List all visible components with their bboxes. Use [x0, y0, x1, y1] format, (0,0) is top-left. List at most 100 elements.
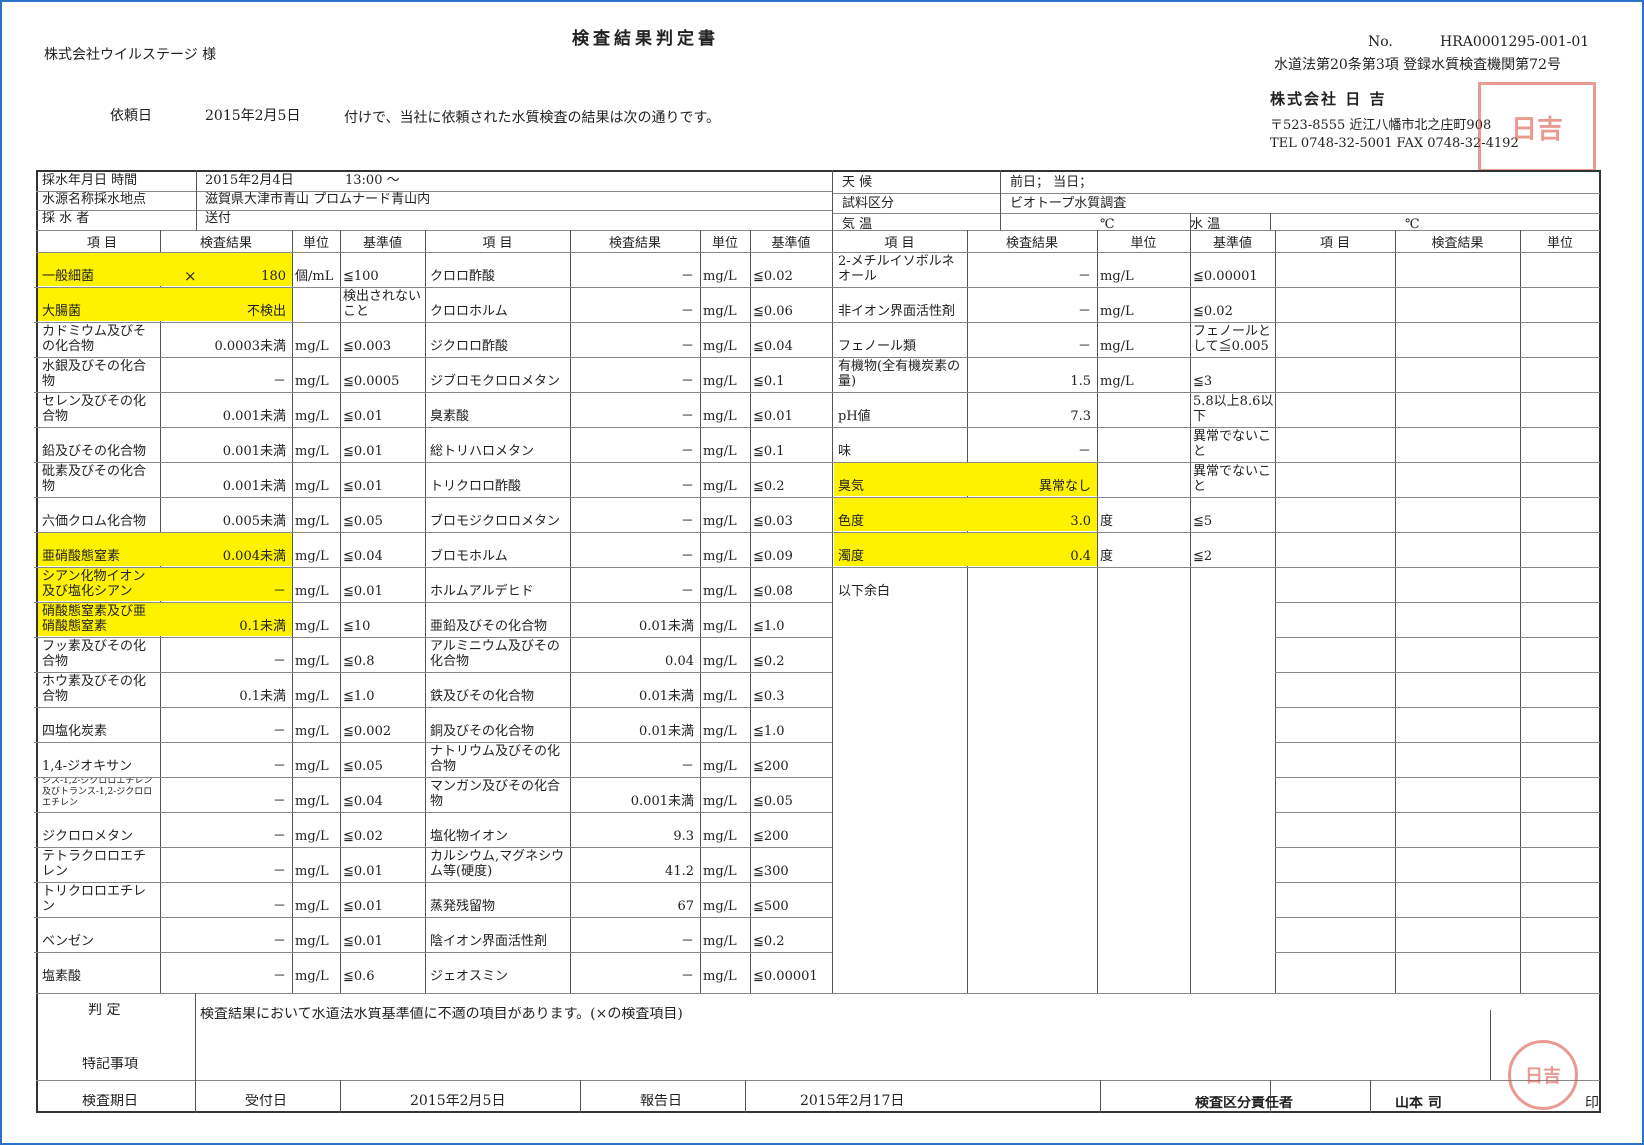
request-label: 依頼日 — [110, 108, 152, 124]
col1-item-name: テトラクロロエチレン — [42, 849, 147, 879]
col1-item-name: 1,4-ジオキサン — [42, 759, 133, 774]
col2-item-name: カルシウム,マグネシウム等(硬度) — [430, 849, 565, 879]
grid-vline — [745, 1080, 746, 1113]
col3-item-unit: mg/L — [1100, 269, 1134, 284]
col2-item-name: ジクロロ酢酸 — [430, 339, 509, 354]
col2-item-unit: mg/L — [703, 969, 737, 984]
col1-item-name: 大腸菌 — [42, 304, 82, 319]
col2-item-standard: ≦0.2 — [753, 479, 785, 494]
col2-item-result: 67 — [677, 899, 694, 914]
col1-item-unit: mg/L — [295, 339, 329, 354]
request-date: 2015年2月5日 — [205, 108, 301, 124]
col2-item-result: 9.3 — [673, 829, 694, 844]
col2-item-standard: ≦0.05 — [753, 794, 793, 809]
col2-item-unit: mg/L — [703, 409, 737, 424]
col1-item-unit: mg/L — [295, 409, 329, 424]
col2-item-unit: mg/L — [703, 514, 737, 529]
col2-item-name: ナトリウム及びその化合物 — [430, 744, 561, 774]
col1-item-name: ジクロロメタン — [42, 829, 134, 844]
col1-item-standard: 検出されないこと — [343, 289, 422, 319]
col2-item-name: トリクロロ酢酸 — [430, 479, 522, 494]
column-header-item: 項 目 — [482, 236, 513, 251]
col1-item-unit: mg/L — [295, 479, 329, 494]
personal-seal-stamp: 日吉 — [1508, 1040, 1578, 1110]
col1-item-unit: mg/L — [295, 724, 329, 739]
col2-item-unit: mg/L — [703, 724, 737, 739]
column-header-result: 検査結果 — [608, 236, 661, 251]
grid-hline — [36, 191, 832, 192]
col1-item-result: － — [272, 899, 286, 914]
col3-item-standard — [1193, 568, 1274, 599]
row-divider — [1275, 357, 1600, 358]
col1-item-unit: mg/L — [295, 374, 329, 389]
column-header-item: 項 目 — [1319, 236, 1351, 251]
col1-item-result: － — [272, 724, 286, 739]
col3-item-name: 非イオン界面活性剤 — [838, 304, 956, 319]
col1-item-name: 六価クロム化合物 — [42, 514, 147, 529]
sampling-date-label: 採水年月日 時間 — [42, 173, 138, 188]
column-header-unit: 単位 — [302, 236, 329, 251]
footer-divider — [36, 993, 1600, 994]
col1-item-unit: mg/L — [295, 549, 329, 564]
col3-item-result: 7.3 — [1070, 409, 1091, 424]
col2-item-name: クロロホルム — [430, 304, 508, 319]
row-divider — [1275, 497, 1600, 498]
notes-label: 特記事項 — [82, 1057, 138, 1072]
sampling-place: 滋賀県大津市青山 プロムナード青山内 — [205, 192, 431, 207]
col1-item-result: 0.005未満 — [222, 514, 286, 529]
col2-item-result: － — [680, 444, 694, 459]
col2-item-result: － — [680, 934, 694, 949]
company-seal-stamp: 日吉 — [1478, 82, 1596, 172]
registration-text: 水道法第20条第3項 登録水質検査機関第72号 — [1274, 57, 1561, 73]
col1-item-name: カドミウム及びその化合物 — [42, 324, 147, 354]
col2-item-result: 41.2 — [665, 864, 694, 879]
col2-item-unit: mg/L — [703, 269, 737, 284]
col1-item-result: 0.1未満 — [239, 619, 286, 634]
col3-item-standard: フェノールとして≦0.005 — [1193, 324, 1272, 354]
issuer-company: 株式会社 日 吉 — [1270, 90, 1387, 108]
col3-item-result: 1.5 — [1070, 374, 1091, 389]
column-header-result: 検査結果 — [1431, 236, 1484, 251]
grid-vline — [340, 1080, 341, 1113]
col3-item-name: 味 — [838, 444, 852, 459]
col3-item-result: 3.0 — [1070, 514, 1091, 529]
col2-item-result: 0.01未満 — [639, 689, 694, 704]
col2-item-unit: mg/L — [703, 794, 737, 809]
column-header-standard: 基準値 — [362, 236, 402, 251]
report-date: 2015年2月17日 — [800, 1094, 905, 1109]
col1-item-result: 0.001未満 — [222, 444, 286, 459]
col3-item-result: 異常なし — [1038, 479, 1091, 494]
row-divider — [1275, 672, 1600, 673]
col3-item-name: 色度 — [838, 514, 865, 529]
judgement-text: 検査結果において水道法水質基準値に不適の項目があります。(×の検査項目) — [200, 1007, 683, 1022]
row-divider — [1275, 637, 1600, 638]
col1-item-name: ホウ素及びその化合物 — [42, 674, 147, 704]
col1-item-name: 硝酸態窒素及び亜硝酸態窒素 — [42, 604, 147, 634]
col2-item-result: － — [680, 374, 694, 389]
column-header-standard: 基準値 — [1212, 236, 1252, 251]
water-temp-unit: ℃ — [1405, 217, 1420, 232]
col3-item-name: pH値 — [838, 409, 871, 424]
col1-item-unit: mg/L — [295, 654, 329, 669]
col1-item-result: － — [272, 934, 286, 949]
col1-item-standard: ≦0.01 — [343, 934, 383, 949]
col3-item-name: 濁度 — [838, 549, 865, 564]
report-label: 報告日 — [640, 1094, 682, 1109]
col1-item-standard: ≦0.003 — [343, 339, 392, 354]
col3-item-unit — [1100, 428, 1189, 459]
grid-vline — [750, 230, 751, 993]
col2-item-name: 蒸発残留物 — [430, 899, 496, 914]
col3-item-unit — [1100, 568, 1189, 599]
col2-item-standard: ≦0.00001 — [753, 969, 818, 984]
col3-item-result: － — [1077, 339, 1091, 354]
row-divider — [1275, 427, 1600, 428]
grid-vline — [292, 230, 293, 993]
col3-item-name: 有機物(全有機炭素の量) — [838, 359, 961, 389]
air-temp-label: 気 温 — [842, 217, 873, 232]
col2-item-name: ホルムアルデヒド — [430, 584, 534, 599]
column-header-item: 項 目 — [884, 236, 915, 251]
request-text: 付けで、当社に依頼された水質検査の結果は次の通りです。 — [344, 110, 721, 126]
col1-item-name: 塩素酸 — [42, 969, 82, 984]
col2-item-standard: ≦1.0 — [753, 724, 785, 739]
col2-item-unit: mg/L — [703, 899, 737, 914]
